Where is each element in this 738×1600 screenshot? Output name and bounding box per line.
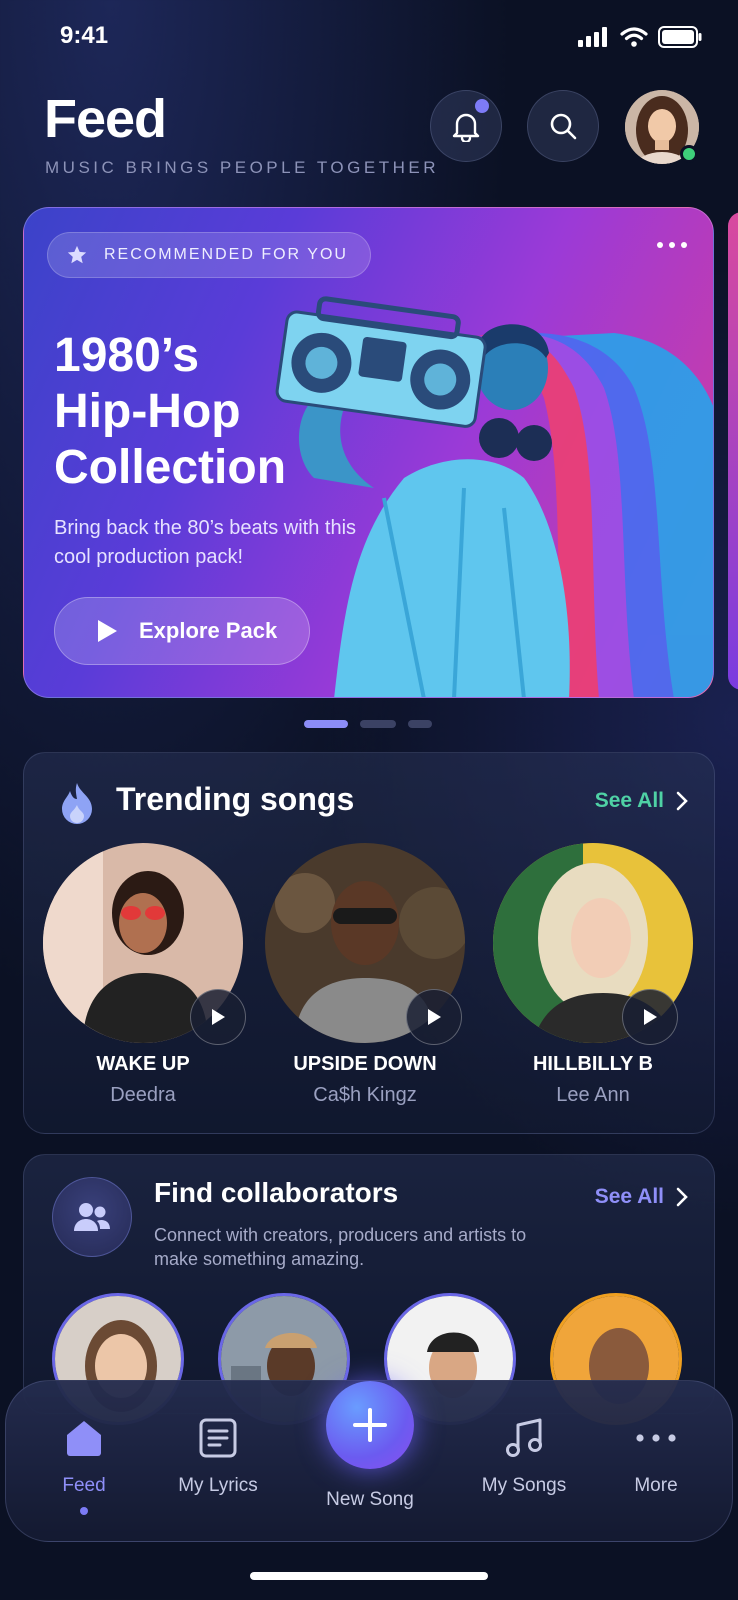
play-button[interactable] [190,989,246,1045]
chevron-right-icon [676,791,688,811]
recommended-tag: RECOMMENDED FOR YOU [47,232,371,278]
star-icon [67,245,87,264]
song-item[interactable]: WAKE UP Deedra [38,843,248,1107]
explore-pack-button[interactable]: Explore Pack [54,597,310,665]
collaborators-description: Connect with creators, producers and art… [154,1225,527,1269]
song-title: HILLBILLY B [532,1053,653,1075]
new-song-label: New Song [326,1489,414,1510]
more-icon [636,1434,676,1442]
chevron-right-icon [676,1187,688,1207]
next-hero-card-peek[interactable] [728,212,738,690]
song-item[interactable]: HILLBILLY B Lee Ann [488,843,698,1107]
explore-pack-label: Explore Pack [139,618,278,643]
see-all-label: See All [594,1185,664,1208]
song-title: UPSIDE DOWN [293,1053,437,1075]
hero-illustration [275,296,713,697]
play-icon [212,1009,225,1025]
hero-title-line: 1980’s [54,329,200,382]
page-title: Feed [44,89,167,149]
hero-title-line: Collection [54,441,287,494]
hero-card[interactable]: RECOMMENDED FOR YOU 1980’s Hip-Hop Colle… [23,207,714,698]
status-bar: 9:41 [0,0,738,72]
flame-icon [62,783,92,824]
notification-badge [475,99,489,113]
tab-label: More [634,1475,678,1496]
music-note-icon [506,1418,542,1457]
users-icon [74,1203,110,1231]
hero-title: 1980’s Hip-Hop Collection [54,328,286,496]
search-icon [550,113,577,140]
search-button[interactable] [527,90,599,162]
collaborators-icon-badge [52,1177,132,1257]
song-artist: Deedra [110,1084,176,1106]
play-button[interactable] [622,989,678,1045]
plus-icon [353,1408,387,1442]
song-item[interactable]: UPSIDE DOWN Ca$h Kingz [260,843,470,1107]
status-icons [578,26,702,48]
bell-icon [452,113,480,142]
carousel-dot[interactable] [408,720,432,728]
hero-description: Bring back the 80’s beats with this cool… [54,517,357,568]
cellular-signal-icon [578,27,607,47]
tab-my-lyrics[interactable]: My Lyrics [158,1415,278,1497]
battery-icon [658,26,702,48]
see-all-label: See All [594,789,664,812]
home-icon [67,1421,101,1456]
online-status-dot [680,145,698,163]
collaborators-see-all-link[interactable]: See All [595,1185,688,1209]
trending-songs-card: Trending songs See All WAKE UP Deedra UP… [23,752,715,1134]
tab-label: My Lyrics [178,1475,258,1496]
play-button[interactable] [406,989,462,1045]
notifications-button[interactable] [430,90,502,162]
carousel-dot-active[interactable] [304,720,348,728]
home-indicator[interactable] [250,1572,488,1580]
tab-label: Feed [62,1475,106,1496]
tab-my-songs[interactable]: My Songs [464,1415,584,1497]
section-title: Find collaborators [154,1177,399,1208]
carousel-indicator [304,720,432,728]
section-title: Trending songs [116,781,355,817]
play-icon [98,620,117,642]
tab-label: My Songs [481,1475,567,1496]
song-artist: Lee Ann [556,1084,630,1106]
active-tab-dot [80,1507,88,1515]
find-collaborators-card: Find collaborators See All Connect with … [23,1154,715,1425]
tab-feed[interactable]: Feed [24,1415,144,1515]
more-options-icon[interactable] [657,242,687,248]
page-subtitle: MUSIC BRINGS PEOPLE TOGETHER [45,158,439,177]
tab-more[interactable]: More [596,1415,716,1497]
song-artist: Ca$h Kingz [313,1084,417,1106]
play-icon [428,1009,441,1025]
status-time: 9:41 [60,22,109,49]
play-icon [644,1009,657,1025]
recommended-label: RECOMMENDED FOR YOU [104,246,348,263]
new-song-button[interactable] [326,1381,414,1469]
song-title: WAKE UP [96,1053,190,1075]
wifi-icon [620,27,648,47]
trending-see-all-link[interactable]: See All [595,789,688,813]
bottom-tab-bar: Feed My Lyrics New Song My Songs More [5,1380,733,1542]
document-icon [199,1418,237,1458]
carousel-dot[interactable] [360,720,396,728]
hero-title-line: Hip-Hop [54,385,241,438]
